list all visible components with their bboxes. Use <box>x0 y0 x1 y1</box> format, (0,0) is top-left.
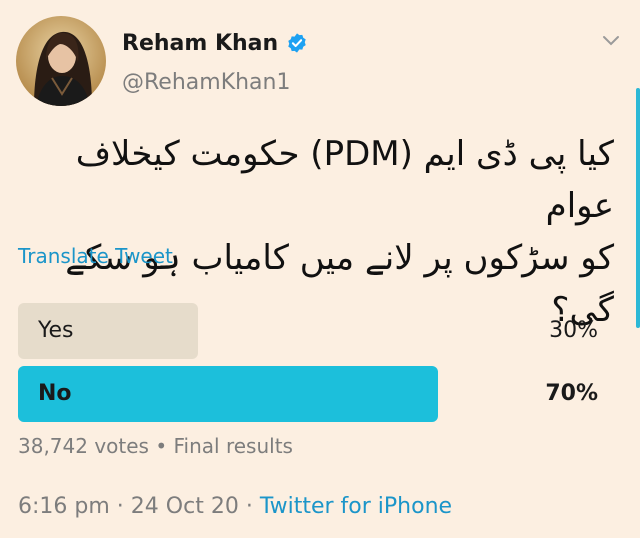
poll-option-no: No 70% <box>18 366 598 422</box>
tweet-time[interactable]: 6:16 pm <box>18 494 110 519</box>
author-display-name[interactable]: Reham Khan <box>122 31 278 56</box>
poll-option-label: No <box>38 381 72 406</box>
author-name-row[interactable]: Reham Khan <box>122 28 308 58</box>
tweet-detail: Reham Khan @RehamKhan1 کیا پی ڈی ایم (PD… <box>0 0 640 538</box>
poll-option-percent: 70% <box>545 381 598 406</box>
tweet-source-link[interactable]: Twitter for iPhone <box>260 494 452 519</box>
poll-bar <box>18 366 438 422</box>
poll-option-percent: 30% <box>549 318 598 343</box>
poll-option-yes: Yes 30% <box>18 303 598 359</box>
timestamp-separator: · <box>116 494 124 519</box>
poll-meta: 38,742 votes • Final results <box>18 434 293 458</box>
poll-option-label: Yes <box>38 318 74 343</box>
tweet-timestamp-row: 6:16 pm · 24 Oct 20 · Twitter for iPhone <box>18 494 452 519</box>
poll-meta-separator: • <box>155 434 168 458</box>
avatar[interactable] <box>16 16 106 106</box>
chevron-down-icon[interactable] <box>602 34 620 48</box>
avatar-image <box>16 16 106 106</box>
author-handle[interactable]: @RehamKhan1 <box>122 70 290 95</box>
scrollbar-indicator <box>636 88 640 328</box>
verified-badge-icon <box>288 33 306 53</box>
timestamp-separator: · <box>245 494 253 519</box>
tweet-date[interactable]: 24 Oct 20 <box>131 494 239 519</box>
poll-vote-count: 38,742 votes <box>18 434 149 458</box>
poll-status: Final results <box>173 434 293 458</box>
translate-tweet-link[interactable]: Translate Tweet <box>18 244 173 268</box>
